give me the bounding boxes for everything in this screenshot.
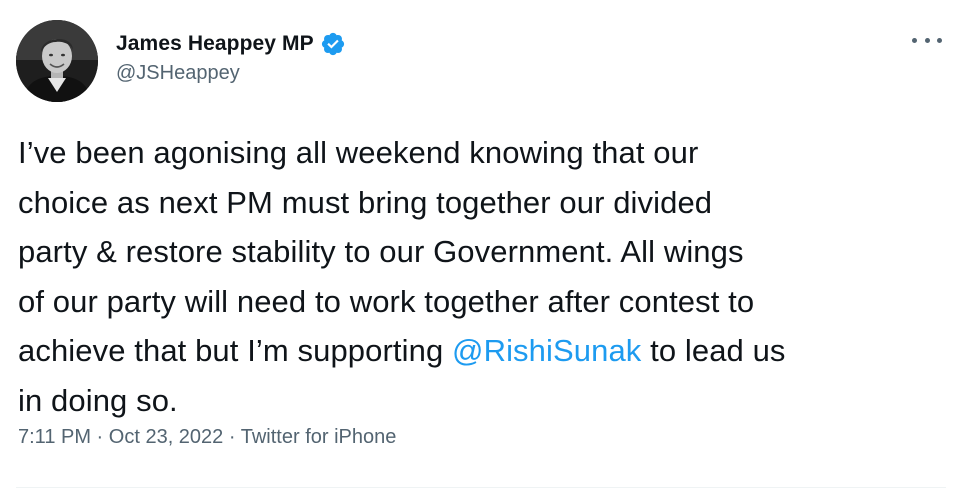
tweet-line: in doing so.	[18, 382, 178, 418]
tweet-time[interactable]: 7:11 PM	[18, 426, 91, 448]
tweet-meta: 7:11 PM · Oct 23, 2022 · Twitter for iPh…	[18, 426, 396, 449]
tweet-line: I’ve been agonising all weekend knowing …	[18, 135, 699, 170]
author-name-row: James Heappey MP	[116, 30, 346, 58]
tweet-line-fragment: to lead us	[641, 333, 786, 368]
tweet-line: party & restore stability to our Governm…	[18, 234, 744, 269]
tweet-text: I’ve been agonising all weekend knowing …	[18, 128, 953, 425]
tweet-source[interactable]: Twitter for iPhone	[241, 426, 397, 448]
more-options-icon[interactable]	[912, 30, 942, 50]
tweet-line-fragment: achieve that but I’m supporting	[18, 333, 453, 368]
author-handle[interactable]: @JSHeappey	[116, 62, 240, 85]
author-display-name[interactable]: James Heappey MP	[116, 32, 314, 56]
meta-separator: ·	[91, 426, 109, 448]
divider	[16, 487, 946, 488]
more-dot	[937, 37, 942, 43]
tweet-line: of our party will need to work together …	[18, 283, 755, 319]
profile-photo-icon	[16, 20, 98, 102]
tweet-line: choice as next PM must bring together ou…	[18, 184, 713, 220]
avatar[interactable]	[16, 20, 98, 102]
tweet-line: achieve that but I’m supporting @RishiSu…	[18, 326, 953, 376]
meta-separator: ·	[223, 426, 241, 448]
tweet-date[interactable]: Oct 23, 2022	[109, 426, 224, 448]
mention-link[interactable]: @RishiSunak	[452, 333, 641, 368]
verified-badge-icon	[320, 31, 346, 57]
more-dot	[924, 37, 930, 43]
more-dot	[912, 37, 917, 43]
